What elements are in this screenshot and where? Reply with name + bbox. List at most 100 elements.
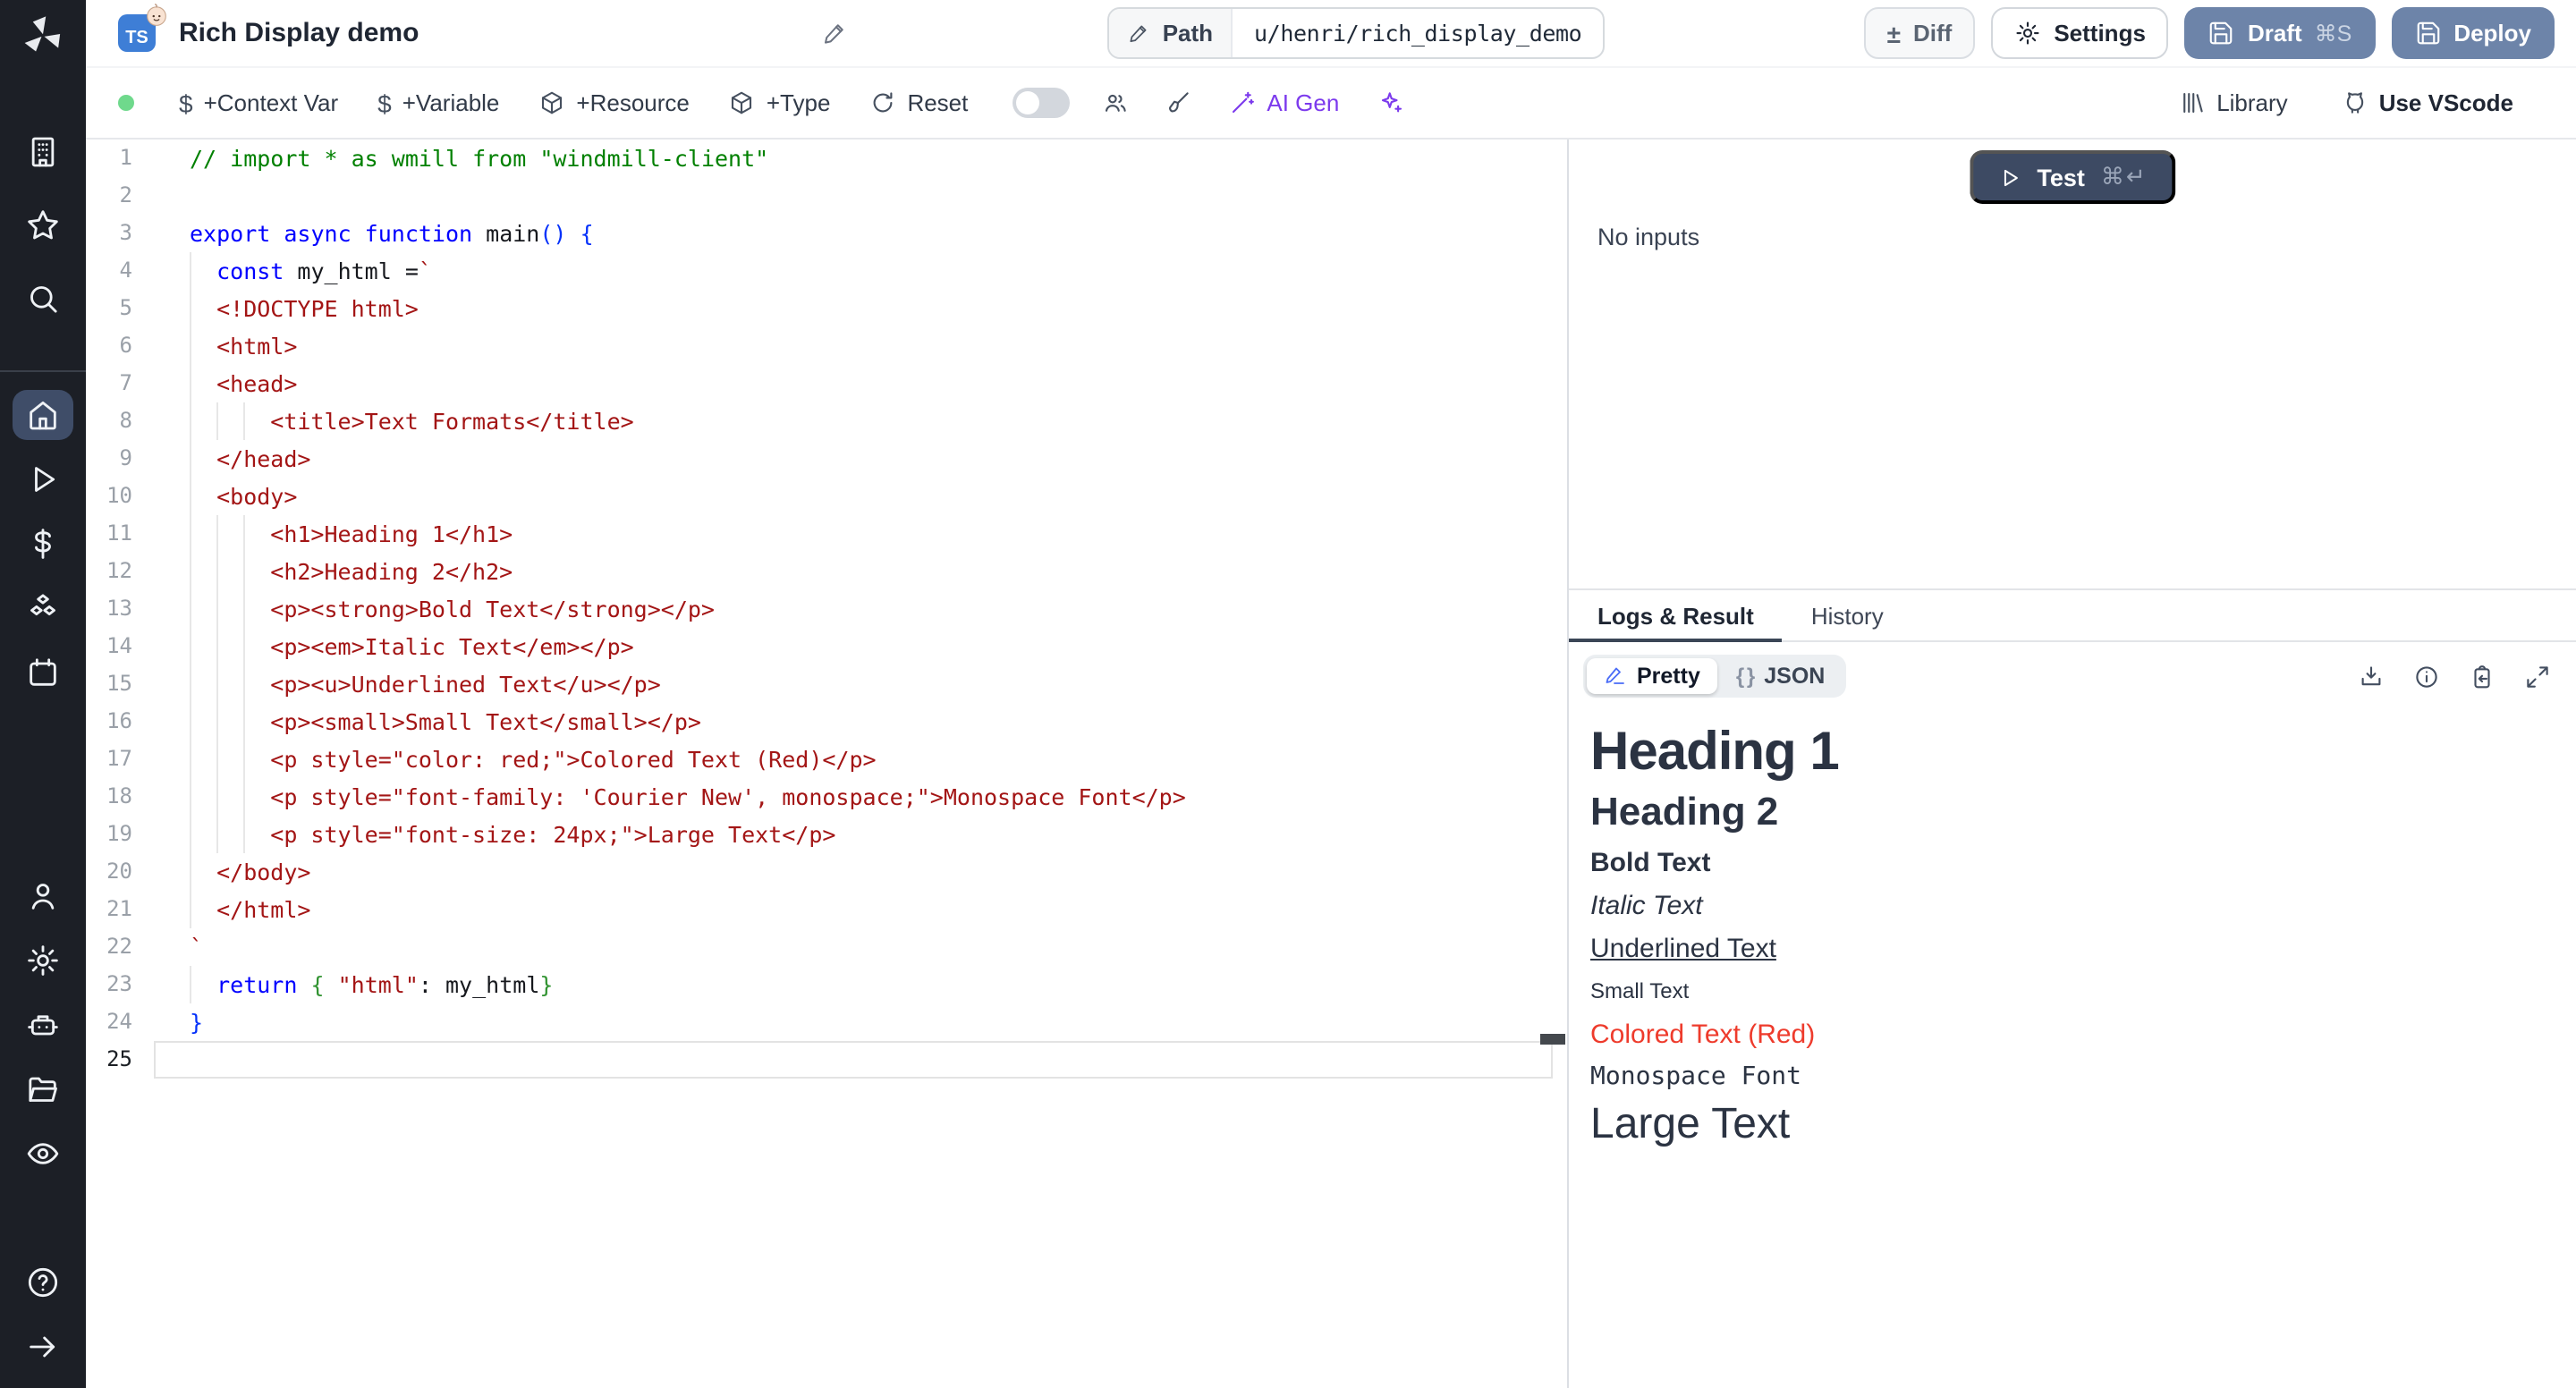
code-line-text[interactable]: const my_html =` <box>154 252 1567 290</box>
code-line-text[interactable]: ` <box>154 928 1567 966</box>
code-line[interactable]: 18<p style="font-family: 'Courier New', … <box>86 778 1567 816</box>
code-line-text[interactable]: return { "html": my_html} <box>154 966 1567 1003</box>
add-type-button[interactable]: +Type <box>709 89 851 116</box>
view-json-button[interactable]: { } JSON <box>1718 658 1843 694</box>
sidebar-item-settings[interactable] <box>13 935 73 986</box>
sidebar-item-folders[interactable] <box>13 1064 73 1114</box>
line-number[interactable]: 2 <box>86 177 154 215</box>
code-line-text[interactable]: <h2>Heading 2</h2> <box>154 553 1567 590</box>
line-number[interactable]: 16 <box>86 703 154 741</box>
line-number[interactable]: 10 <box>86 478 154 515</box>
code-line-text[interactable]: <h1>Heading 1</h1> <box>154 515 1567 553</box>
path-field[interactable]: Path u/henri/rich_display_demo <box>1107 7 1606 59</box>
code-editor[interactable]: 1// import * as wmill from "windmill-cli… <box>86 140 1569 1388</box>
code-line[interactable]: 17<p style="color: red;">Colored Text (R… <box>86 741 1567 778</box>
sidebar-item-users[interactable] <box>13 871 73 921</box>
sidebar-item-favorites[interactable] <box>13 200 73 250</box>
code-line-text[interactable]: </html> <box>154 891 1567 928</box>
line-number[interactable]: 23 <box>86 966 154 1003</box>
sidebar-item-schedules[interactable] <box>13 647 73 698</box>
code-line-text[interactable]: <p style="color: red;">Colored Text (Red… <box>154 741 1567 778</box>
line-number[interactable]: 12 <box>86 553 154 590</box>
line-number[interactable]: 1 <box>86 140 154 177</box>
line-number[interactable]: 19 <box>86 816 154 853</box>
test-button[interactable]: Test ⌘↵ <box>1969 150 2175 204</box>
line-number[interactable]: 6 <box>86 327 154 365</box>
code-line[interactable]: 7<head> <box>86 365 1567 402</box>
download-icon[interactable] <box>2358 663 2385 690</box>
code-line[interactable]: 13<p><strong>Bold Text</strong></p> <box>86 590 1567 628</box>
add-variable-button[interactable]: $ +Variable <box>358 89 519 117</box>
line-number[interactable]: 20 <box>86 853 154 891</box>
expand-icon[interactable] <box>2524 663 2551 690</box>
line-number[interactable]: 8 <box>86 402 154 440</box>
code-line[interactable]: 12<h2>Heading 2</h2> <box>86 553 1567 590</box>
line-number[interactable]: 25 <box>86 1041 154 1079</box>
code-line[interactable]: 3export async function main() { <box>86 215 1567 252</box>
windmill-logo-icon[interactable] <box>20 13 66 68</box>
code-line[interactable]: 24} <box>86 1003 1567 1041</box>
code-line[interactable]: 15<p><u>Underlined Text</u></p> <box>86 665 1567 703</box>
code-line-text[interactable]: export async function main() { <box>154 215 1567 252</box>
line-number[interactable]: 15 <box>86 665 154 703</box>
tab-logs-result[interactable]: Logs & Result <box>1569 590 1783 640</box>
code-line-text[interactable]: <p style="font-size: 24px;">Large Text</… <box>154 816 1567 853</box>
code-line[interactable]: 22` <box>86 928 1567 966</box>
line-number[interactable]: 3 <box>86 215 154 252</box>
code-line-text[interactable]: <!DOCTYPE html> <box>154 290 1567 327</box>
draft-button[interactable]: Draft ⌘S <box>2185 7 2375 59</box>
line-number[interactable]: 21 <box>86 891 154 928</box>
sidebar-expand-button[interactable] <box>13 1322 73 1372</box>
code-line-text[interactable]: // import * as wmill from "windmill-clie… <box>154 140 1567 177</box>
format-button[interactable] <box>1147 89 1209 116</box>
ai-sparkles-button[interactable] <box>1359 89 1421 116</box>
code-line-text[interactable] <box>154 177 1567 215</box>
code-line-text[interactable]: <p><u>Underlined Text</u></p> <box>154 665 1567 703</box>
code-line-text[interactable]: </body> <box>154 853 1567 891</box>
line-number[interactable]: 11 <box>86 515 154 553</box>
edit-title-icon[interactable] <box>821 20 848 47</box>
sidebar-item-search[interactable] <box>13 274 73 324</box>
code-line[interactable]: 4const my_html =` <box>86 252 1567 290</box>
deploy-button[interactable]: Deploy <box>2391 7 2555 59</box>
code-line-text[interactable]: <p><small>Small Text</small></p> <box>154 703 1567 741</box>
code-line[interactable]: 9</head> <box>86 440 1567 478</box>
line-number[interactable]: 5 <box>86 290 154 327</box>
library-button[interactable]: Library <box>2159 89 2308 116</box>
sidebar-item-runs[interactable] <box>13 454 73 504</box>
sidebar-item-audit[interactable] <box>13 1129 73 1179</box>
code-line[interactable]: 8<title>Text Formats</title> <box>86 402 1567 440</box>
code-line[interactable]: 20</body> <box>86 853 1567 891</box>
line-number[interactable]: 24 <box>86 1003 154 1041</box>
code-line[interactable]: 11<h1>Heading 1</h1> <box>86 515 1567 553</box>
clipboard-copy-icon[interactable] <box>2469 663 2496 690</box>
use-vscode-button[interactable]: Use VScode <box>2322 89 2533 116</box>
diff-button[interactable]: ± Diff <box>1864 7 1976 59</box>
tab-history[interactable]: History <box>1783 590 1912 640</box>
reset-button[interactable]: Reset <box>850 89 987 116</box>
code-line[interactable]: 6<html> <box>86 327 1567 365</box>
collab-toggle[interactable] <box>1013 88 1070 118</box>
sidebar-item-workspace[interactable] <box>13 127 73 177</box>
code-line-text[interactable]: <title>Text Formats</title> <box>154 402 1567 440</box>
code-line[interactable]: 16<p><small>Small Text</small></p> <box>86 703 1567 741</box>
code-line-text[interactable]: <body> <box>154 478 1567 515</box>
code-line-text[interactable]: <p style="font-family: 'Courier New', mo… <box>154 778 1567 816</box>
sidebar-item-variables[interactable] <box>13 519 73 569</box>
sidebar-item-home[interactable] <box>13 390 73 440</box>
code-line-text[interactable]: <head> <box>154 365 1567 402</box>
sidebar-item-workers[interactable] <box>13 1000 73 1050</box>
add-context-var-button[interactable]: $ +Context Var <box>159 89 358 117</box>
line-number[interactable]: 7 <box>86 365 154 402</box>
code-line[interactable]: 23return { "html": my_html} <box>86 966 1567 1003</box>
code-line[interactable]: 25 <box>86 1041 1567 1079</box>
sidebar-item-resources[interactable] <box>13 583 73 633</box>
code-line-text[interactable]: <html> <box>154 327 1567 365</box>
line-number[interactable]: 13 <box>86 590 154 628</box>
multiplayer-button[interactable] <box>1084 89 1147 116</box>
code-line-text[interactable] <box>154 1041 1553 1079</box>
line-number[interactable]: 17 <box>86 741 154 778</box>
ai-gen-button[interactable]: AI Gen <box>1209 89 1359 116</box>
sidebar-item-help[interactable] <box>13 1257 73 1308</box>
code-line[interactable]: 5<!DOCTYPE html> <box>86 290 1567 327</box>
